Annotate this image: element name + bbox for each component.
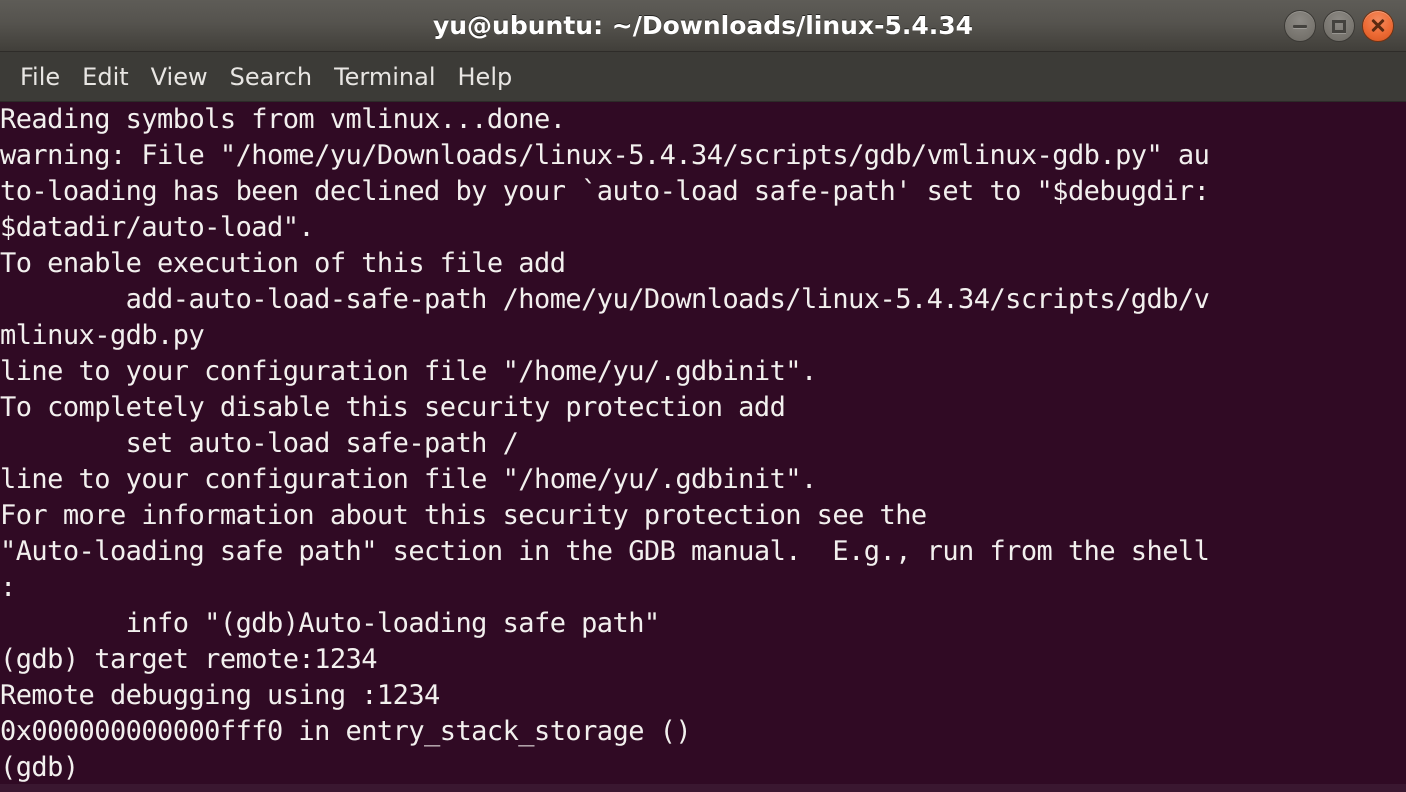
menu-item-help[interactable]: Help bbox=[447, 61, 524, 93]
menu-item-view[interactable]: View bbox=[140, 61, 219, 93]
title-bar[interactable]: yu@ubuntu: ~/Downloads/linux-5.4.34 bbox=[0, 0, 1406, 52]
terminal-output-area[interactable]: Reading symbols from vmlinux...done. war… bbox=[0, 102, 1406, 792]
terminal-window: yu@ubuntu: ~/Downloads/linux-5.4.34 File… bbox=[0, 0, 1406, 792]
maximize-button[interactable] bbox=[1323, 10, 1355, 42]
terminal-text: Reading symbols from vmlinux...done. war… bbox=[0, 104, 1210, 783]
minimize-button[interactable] bbox=[1284, 10, 1316, 42]
menu-item-file[interactable]: File bbox=[9, 61, 71, 93]
close-button[interactable] bbox=[1362, 10, 1394, 42]
terminal-bottom-edge bbox=[0, 784, 1406, 792]
window-controls bbox=[1284, 0, 1394, 52]
menu-item-terminal[interactable]: Terminal bbox=[323, 61, 446, 93]
menu-item-search[interactable]: Search bbox=[219, 61, 323, 93]
minimize-icon bbox=[1293, 24, 1307, 28]
window-title: yu@ubuntu: ~/Downloads/linux-5.4.34 bbox=[432, 11, 974, 40]
close-icon bbox=[1370, 18, 1386, 34]
menu-bar: File Edit View Search Terminal Help bbox=[0, 52, 1406, 102]
menu-item-edit[interactable]: Edit bbox=[71, 61, 139, 93]
maximize-icon bbox=[1332, 19, 1346, 33]
